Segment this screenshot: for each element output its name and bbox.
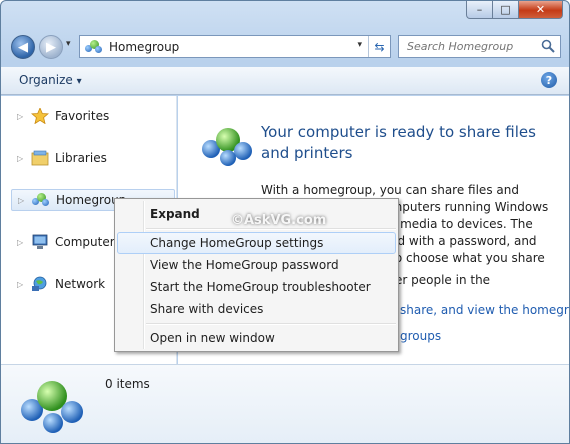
chevron-down-icon: ▾	[76, 76, 82, 87]
organize-button[interactable]: Organize ▾	[19, 73, 82, 87]
navigation-bar: ◀ ▶ ▾ Homegroup ▾ ⇆	[1, 29, 569, 65]
sidebar-item-label: Favorites	[55, 109, 110, 123]
search-input[interactable]	[405, 39, 540, 54]
organize-label: Organize	[19, 73, 73, 87]
help-button[interactable]: ?	[541, 72, 557, 88]
minimize-button[interactable]: –	[466, 1, 493, 19]
menu-item-share-with-devices[interactable]: Share with devices	[117, 298, 396, 320]
sidebar-item-favorites[interactable]: ▷ Favorites	[1, 105, 109, 127]
explorer-window: – □ ✕ ◀ ▶ ▾ Homegroup ▾ ⇆ Organize	[0, 0, 570, 444]
refresh-icon: ⇆	[374, 39, 385, 54]
forward-button[interactable]: ▶	[39, 35, 63, 59]
items-count: 0 items	[105, 377, 150, 391]
sidebar-item-computer[interactable]: ▷ Computer	[1, 231, 115, 253]
share-settings-link[interactable]: share, and view the homegr	[400, 303, 569, 317]
details-pane: 0 items	[1, 364, 569, 443]
maximize-button[interactable]: □	[493, 1, 519, 19]
computer-icon	[32, 234, 48, 249]
sidebar-item-label: Computer	[55, 235, 115, 249]
sidebar-item-libraries[interactable]: ▷ Libraries	[1, 147, 107, 169]
homegroup-icon	[21, 379, 83, 437]
back-arrow-icon: ◀	[18, 39, 28, 55]
network-icon	[32, 276, 47, 291]
menu-item-change-homegroup-settings[interactable]: Change HomeGroup settings	[117, 232, 396, 254]
recent-pages-dropdown[interactable]: ▾	[66, 39, 71, 49]
expand-arrow-icon[interactable]: ▷	[17, 280, 31, 289]
search-box[interactable]	[398, 35, 561, 58]
address-dropdown-icon[interactable]: ▾	[357, 40, 362, 50]
close-button[interactable]: ✕	[519, 1, 563, 19]
menu-separator	[146, 323, 396, 325]
expand-arrow-icon[interactable]: ▷	[17, 112, 31, 121]
libraries-icon	[31, 150, 49, 166]
menu-item-open-new-window[interactable]: Open in new window	[117, 327, 396, 349]
sidebar-item-label: Libraries	[55, 151, 107, 165]
refresh-button[interactable]: ⇆	[368, 36, 390, 57]
menu-item-troubleshooter[interactable]: Start the HomeGroup troubleshooter	[117, 276, 396, 298]
search-icon[interactable]	[541, 39, 555, 53]
expand-arrow-icon[interactable]: ▷	[17, 238, 31, 247]
caption-buttons: – □ ✕	[466, 1, 563, 19]
homegroup-icon	[85, 39, 103, 55]
back-button[interactable]: ◀	[11, 35, 35, 59]
command-bar: Organize ▾ ?	[1, 67, 569, 95]
star-icon	[31, 108, 49, 124]
page-title: Your computer is ready to share files an…	[261, 123, 536, 162]
content-fragment: er people in the	[395, 273, 491, 287]
watermark: ©AskVG.com	[231, 213, 327, 228]
menu-separator	[146, 228, 396, 230]
address-bar[interactable]: Homegroup ▾ ⇆	[79, 35, 391, 58]
homegroups-link[interactable]: groups	[400, 329, 441, 343]
homegroup-icon	[32, 192, 50, 208]
expand-arrow-icon[interactable]: ▷	[18, 196, 32, 205]
sidebar-item-label: Network	[55, 277, 106, 291]
expand-arrow-icon[interactable]: ▷	[17, 154, 31, 163]
forward-arrow-icon: ▶	[46, 39, 56, 55]
sidebar-item-network[interactable]: ▷ Network	[1, 273, 105, 295]
menu-item-view-password[interactable]: View the HomeGroup password	[117, 254, 396, 276]
homegroup-icon	[202, 126, 252, 168]
address-breadcrumb-homegroup[interactable]: Homegroup	[109, 40, 179, 54]
help-icon: ?	[545, 73, 553, 87]
